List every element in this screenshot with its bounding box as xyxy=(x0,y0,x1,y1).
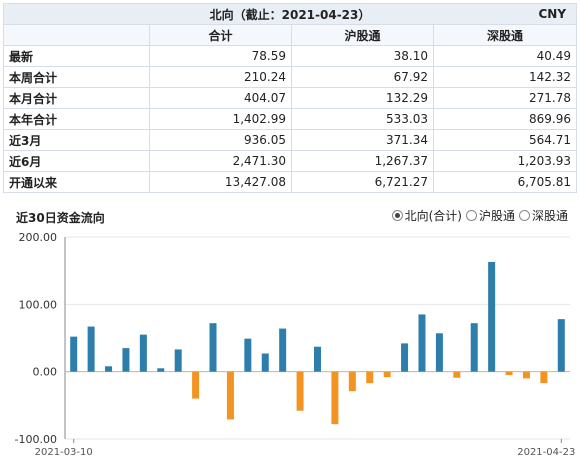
currency-label: CNY xyxy=(538,7,567,21)
table-row: 本月合计 404.07 132.29 271.78 xyxy=(3,87,578,109)
cell-shanghai: 132.29 xyxy=(291,87,434,109)
bar xyxy=(122,348,130,372)
bar xyxy=(157,368,165,372)
bar xyxy=(279,328,287,372)
y-tick-label: 0.00 xyxy=(33,366,58,379)
bar xyxy=(296,371,304,411)
x-tick-label: 2021-04-23 xyxy=(517,447,575,458)
y-tick-label: 100.00 xyxy=(19,298,58,311)
table-row: 本年合计 1,402.99 533.03 869.96 xyxy=(3,108,578,130)
capital-flow-table: 北向（截止：2021-04-23） CNY 合计 沪股通 深股通 最新 78.5… xyxy=(2,3,578,193)
cell-shenzhen: 564.71 xyxy=(432,129,578,151)
bar xyxy=(261,353,269,372)
table-row: 近3月 936.05 371.34 564.71 xyxy=(3,129,578,151)
bar xyxy=(244,338,252,372)
cell-shenzhen: 869.96 xyxy=(432,108,578,130)
table-row: 近6月 2,471.30 1,267.37 1,203.93 xyxy=(3,150,578,172)
table-row: 开通以来 13,427.08 6,721.27 6,705.81 xyxy=(3,171,578,193)
bar xyxy=(401,343,409,372)
bar xyxy=(174,349,182,372)
radio-label: 深股通 xyxy=(531,209,568,223)
cell-total: 2,471.30 xyxy=(149,150,292,172)
cell-total: 210.24 xyxy=(149,66,292,88)
radio-northbound-total[interactable]: 北向(合计) xyxy=(391,207,462,224)
table-row: 最新 78.59 38.10 40.49 xyxy=(3,45,578,67)
bar xyxy=(192,371,200,399)
header-total: 合计 xyxy=(149,24,292,46)
northbound-panel: 北向（截止：2021-04-23） CNY 合计 沪股通 深股通 最新 78.5… xyxy=(0,0,580,470)
x-tick-label: 2021-03-10 xyxy=(35,447,93,458)
chart-title: 近30日资金流向 xyxy=(16,211,105,225)
table-title: 北向（截止：2021-04-23） xyxy=(209,7,371,22)
header-empty xyxy=(3,24,150,46)
radio-shanghai-connect[interactable]: 沪股通 xyxy=(465,207,515,224)
bar xyxy=(453,371,461,378)
header-shenzhen-connect: 深股通 xyxy=(432,24,578,46)
bar xyxy=(105,366,113,372)
row-label: 开通以来 xyxy=(3,171,150,193)
cell-shanghai: 1,267.37 xyxy=(291,150,434,172)
radio-unselected-icon[interactable] xyxy=(465,210,477,221)
row-label: 近3月 xyxy=(3,129,150,151)
cell-shanghai: 38.10 xyxy=(291,45,434,67)
cell-shenzhen: 40.49 xyxy=(432,45,578,67)
cell-shenzhen: 142.32 xyxy=(432,66,578,88)
table-title-cell: 北向（截止：2021-04-23） CNY xyxy=(2,3,578,25)
bar xyxy=(139,334,147,372)
cell-shenzhen: 1,203.93 xyxy=(432,150,578,172)
radio-label: 沪股通 xyxy=(478,209,515,223)
capital-flow-bar-chart: 200.00 100.00 0.00 -100.002021-03-10 2021-04… xyxy=(15,231,576,458)
cell-total: 13,427.08 xyxy=(149,171,292,193)
table-row: 本周合计 210.24 67.92 142.32 xyxy=(3,66,578,88)
bar xyxy=(383,371,391,378)
bar xyxy=(522,371,530,379)
bar xyxy=(418,314,426,372)
bar xyxy=(366,371,374,384)
table-title-row: 北向（截止：2021-04-23） CNY xyxy=(2,3,578,25)
series-selector: 北向(合计) 沪股通 深股通 xyxy=(391,207,568,224)
bar xyxy=(470,323,478,372)
radio-unselected-icon[interactable] xyxy=(518,210,530,221)
bar xyxy=(505,371,513,376)
header-shanghai-connect: 沪股通 xyxy=(291,24,434,46)
table-header-row: 合计 沪股通 深股通 xyxy=(3,24,578,46)
bar xyxy=(314,346,321,372)
cell-total: 1,402.99 xyxy=(149,108,292,130)
cell-shenzhen: 6,705.81 xyxy=(432,171,578,193)
bar xyxy=(540,371,548,384)
cell-shenzhen: 271.78 xyxy=(432,87,578,109)
row-label: 本月合计 xyxy=(3,87,150,109)
bar xyxy=(226,371,234,420)
row-label: 本周合计 xyxy=(3,66,150,88)
radio-selected-icon[interactable] xyxy=(391,210,403,221)
radio-label: 北向(合计) xyxy=(404,209,462,223)
cell-shanghai: 6,721.27 xyxy=(291,171,434,193)
row-label: 近6月 xyxy=(3,150,150,172)
row-label: 本年合计 xyxy=(3,108,150,130)
bar xyxy=(209,323,217,372)
bar xyxy=(435,333,443,372)
radio-shenzhen-connect[interactable]: 深股通 xyxy=(518,207,568,224)
cell-shanghai: 67.92 xyxy=(291,66,434,88)
plot-area: 200.00 100.00 0.00 -100.002021-03-10 2021-04… xyxy=(15,231,576,458)
cell-shanghai: 533.03 xyxy=(291,108,434,130)
cell-total: 78.59 xyxy=(149,45,292,67)
cell-total: 936.05 xyxy=(149,129,292,151)
y-tick-label: -100.00 xyxy=(15,433,57,446)
bar xyxy=(331,371,339,425)
bar xyxy=(348,371,356,392)
row-label: 最新 xyxy=(3,45,150,67)
cell-total: 404.07 xyxy=(149,87,292,109)
bar xyxy=(70,336,78,372)
bar xyxy=(87,326,95,372)
bar xyxy=(488,261,496,372)
y-tick-label: 200.00 xyxy=(19,231,58,244)
cell-shanghai: 371.34 xyxy=(291,129,434,151)
bar xyxy=(557,319,565,372)
